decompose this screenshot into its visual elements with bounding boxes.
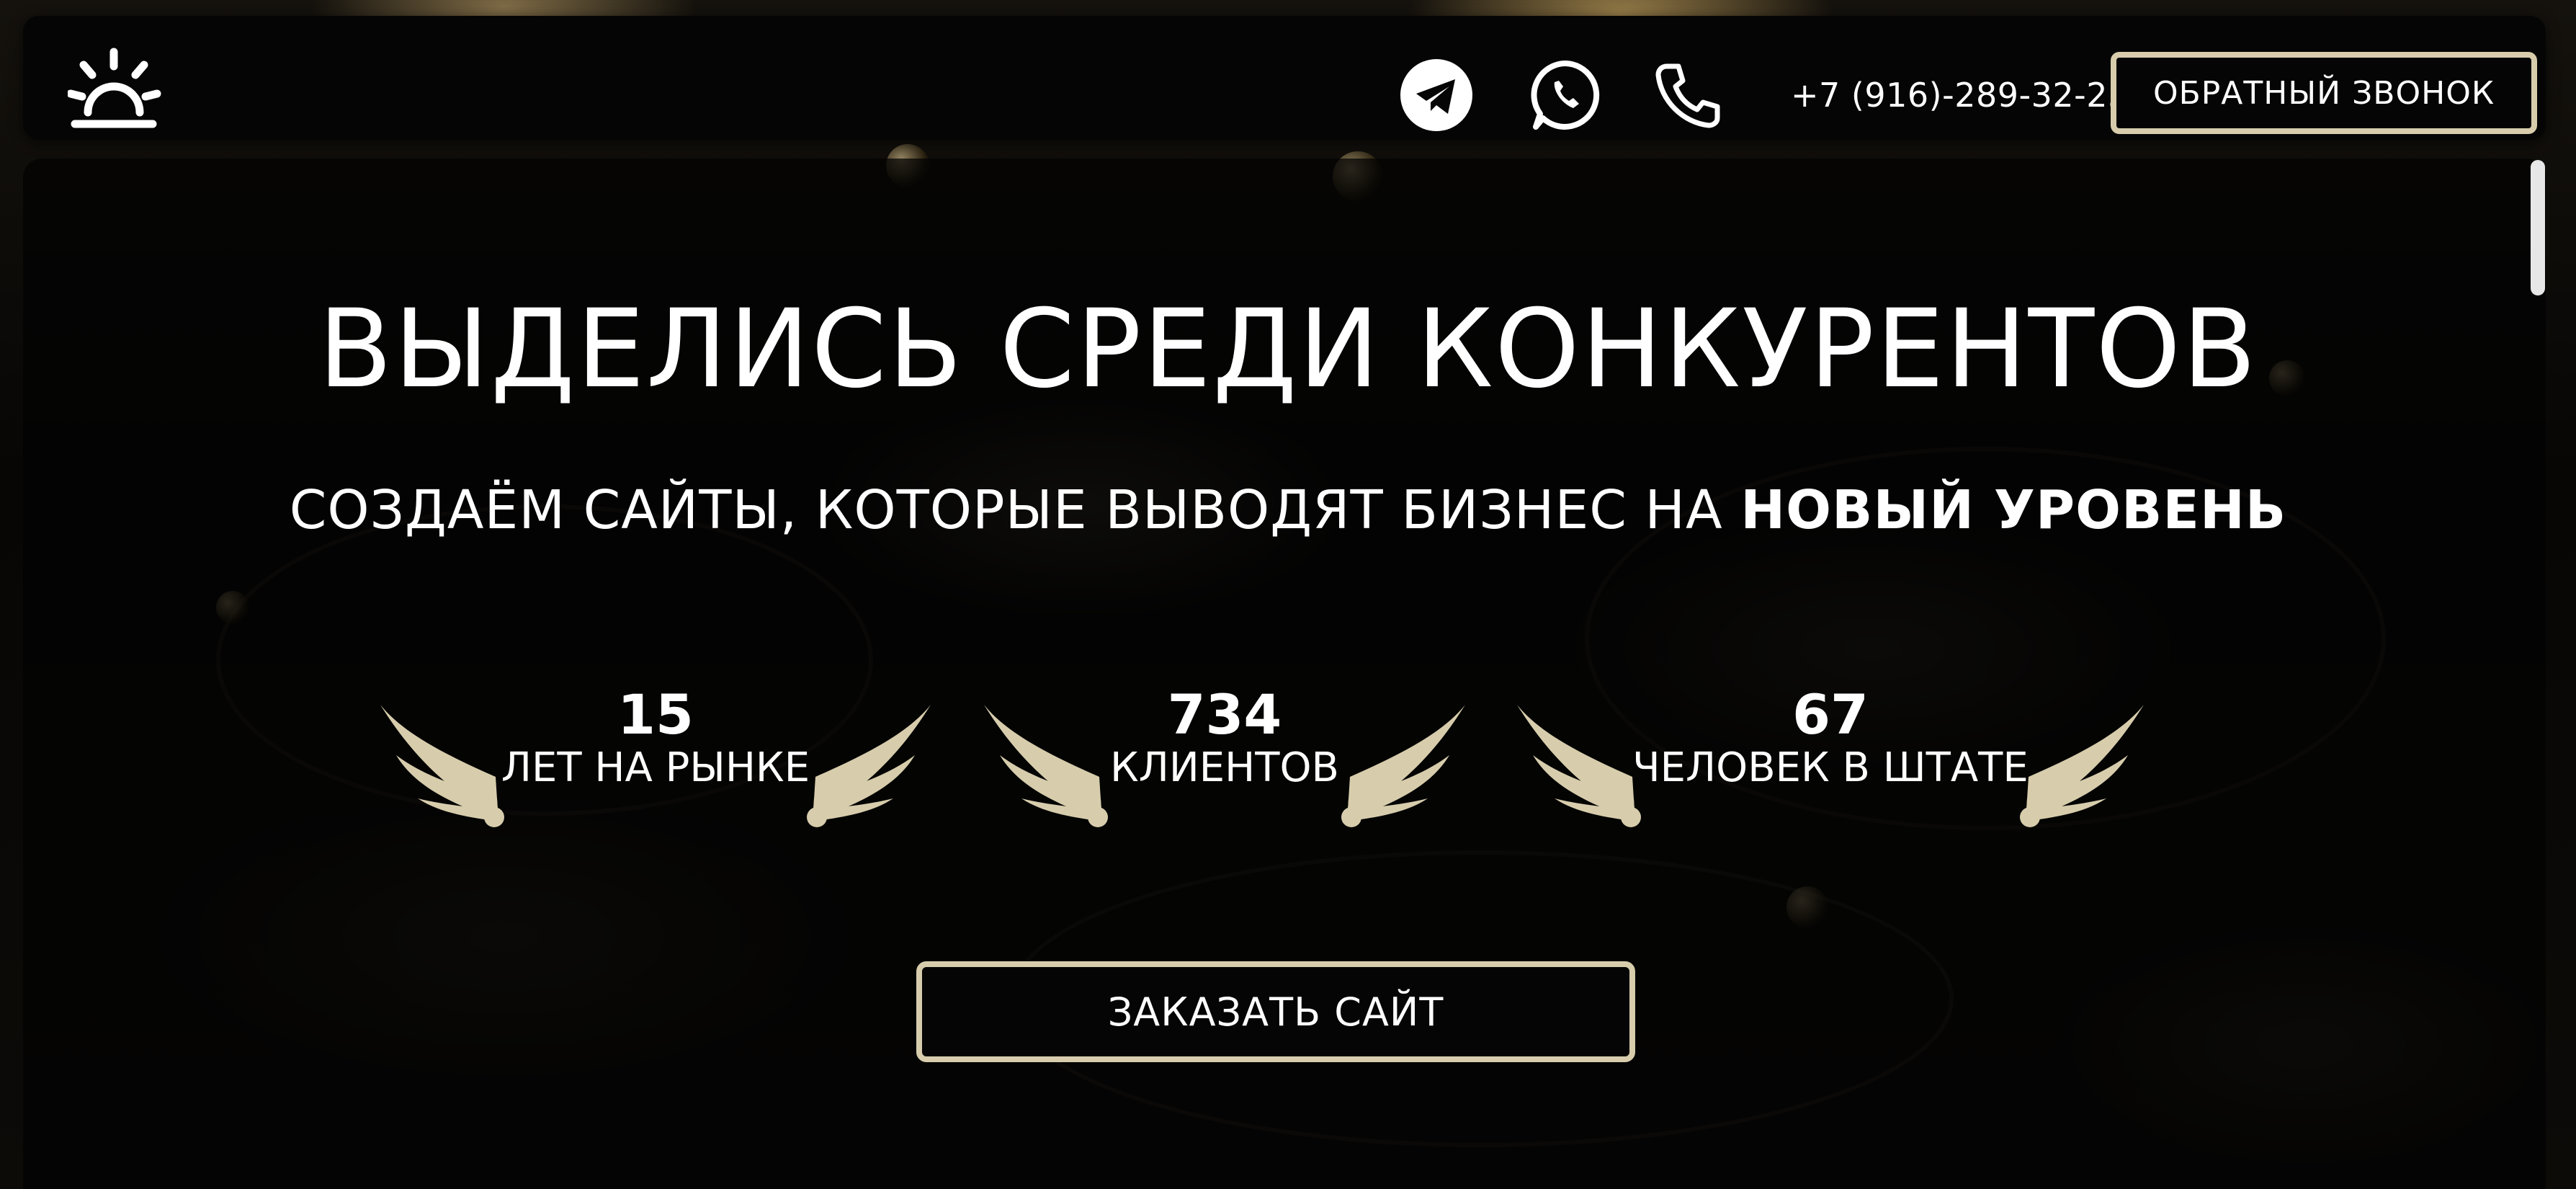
subheadline-emphasis: НОВЫЙ УРОВЕНЬ	[1740, 479, 2287, 541]
whatsapp-icon[interactable]	[1529, 58, 1604, 133]
scrollbar-thumb[interactable]	[2531, 160, 2545, 295]
sunrise-icon[interactable]	[68, 45, 164, 141]
header-bar: +7 (916)-289-32-25 ОБРАТНЫЙ ЗВОНОК	[23, 16, 2546, 140]
phone-number[interactable]: +7 (916)-289-32-25	[1791, 76, 2129, 115]
hero-subheadline: СОЗДАЁМ САЙТЫ, КОТОРЫЕ ВЫВОДЯТ БИЗНЕС НА…	[0, 481, 2576, 539]
stat-clients: 734 КЛИЕНТОВ	[978, 685, 1471, 829]
right-wing-icon	[807, 705, 931, 827]
order-site-button[interactable]: ЗАКАЗАТЬ САЙТ	[916, 961, 1635, 1062]
page: +7 (916)-289-32-25 ОБРАТНЫЙ ЗВОНОК ВЫДЕЛ…	[0, 0, 2576, 1189]
right-wing-icon	[1341, 705, 1465, 827]
right-wing-icon	[2020, 705, 2144, 827]
phone-icon[interactable]	[1651, 58, 1726, 133]
hero-headline: ВЫДЕЛИСЬ СРЕДИ КОНКУРЕНТОВ	[318, 287, 2258, 412]
subheadline-text: СОЗДАЁМ САЙТЫ, КОТОРЫЕ ВЫВОДЯТ БИЗНЕС НА	[289, 479, 1741, 541]
stat-staff: 67 ЧЕЛОВЕК В ШТАТЕ	[1511, 685, 2150, 829]
stat-years: 15 ЛЕТ НА РЫНКЕ	[375, 685, 936, 829]
telegram-icon[interactable]	[1399, 58, 1474, 133]
callback-button[interactable]: ОБРАТНЫЙ ЗВОНОК	[2111, 52, 2537, 134]
